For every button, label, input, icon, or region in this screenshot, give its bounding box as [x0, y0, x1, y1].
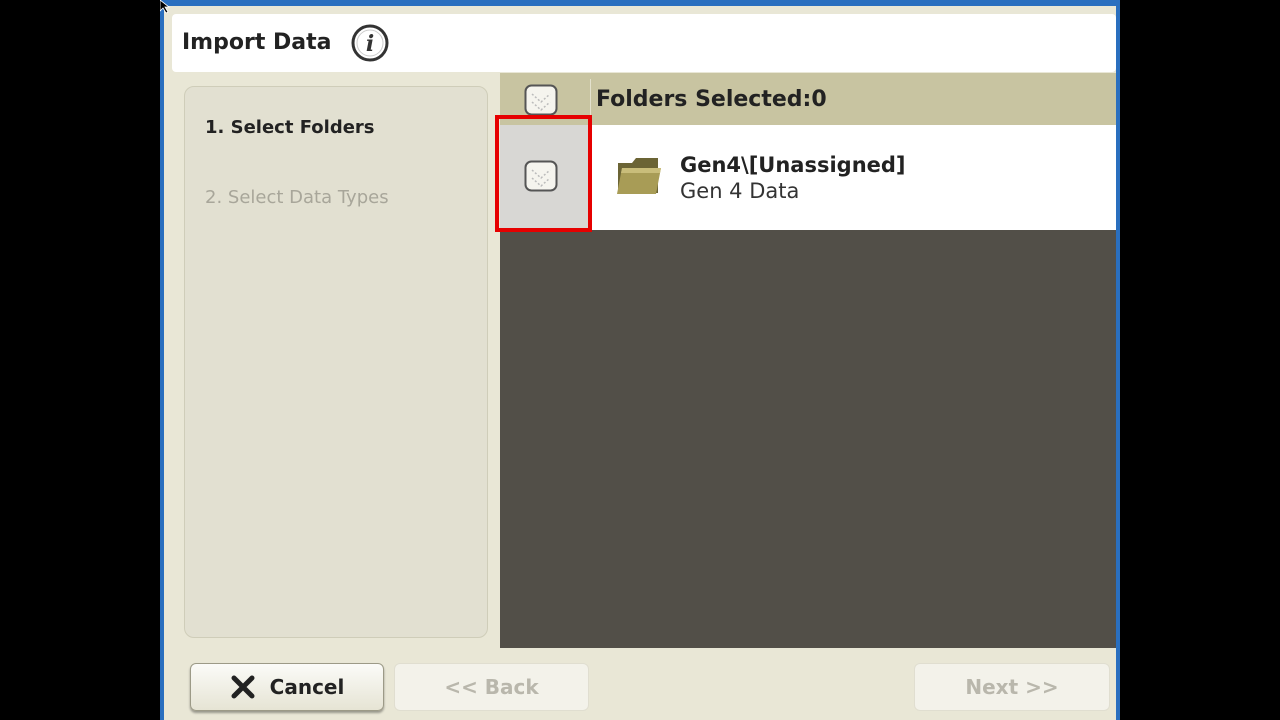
list-header: Folders Selected:0: [500, 73, 1116, 125]
select-all-checkbox[interactable]: [524, 84, 558, 116]
steps-panel: 1. Select Folders 2. Select Data Types: [184, 86, 488, 638]
window: Import Data i 1. Select Folders 2. Selec…: [160, 0, 1120, 720]
list-item[interactable]: Gen4\[Unassigned] Gen 4 Data: [500, 125, 1116, 230]
back-label: << Back: [444, 675, 539, 699]
folder-list: Gen4\[Unassigned] Gen 4 Data: [500, 125, 1116, 648]
next-button[interactable]: Next >>: [914, 663, 1110, 711]
back-button[interactable]: << Back: [394, 663, 589, 711]
svg-text:i: i: [366, 31, 374, 57]
step-select-data-types: 2. Select Data Types: [205, 187, 389, 208]
close-icon: [231, 675, 255, 699]
step-select-folders: 1. Select Folders: [205, 117, 375, 138]
highlight-box: [495, 115, 592, 232]
next-label: Next >>: [965, 675, 1059, 699]
dialog-title: Import Data: [182, 30, 332, 55]
cancel-label: Cancel: [269, 675, 345, 699]
folder-description: Gen 4 Data: [680, 179, 800, 203]
folder-name: Gen4\[Unassigned]: [680, 153, 906, 177]
dialog: Import Data i 1. Select Folders 2. Selec…: [164, 6, 1116, 720]
folder-icon: [617, 158, 661, 194]
mouse-cursor-icon: [160, 0, 170, 14]
folders-selected-count: Folders Selected:0: [596, 87, 827, 112]
title-bar: Import Data i: [172, 14, 1116, 72]
cancel-button[interactable]: Cancel: [190, 663, 384, 711]
info-icon[interactable]: i: [350, 23, 390, 63]
footer-bar: Cancel << Back Next >>: [172, 650, 1116, 720]
